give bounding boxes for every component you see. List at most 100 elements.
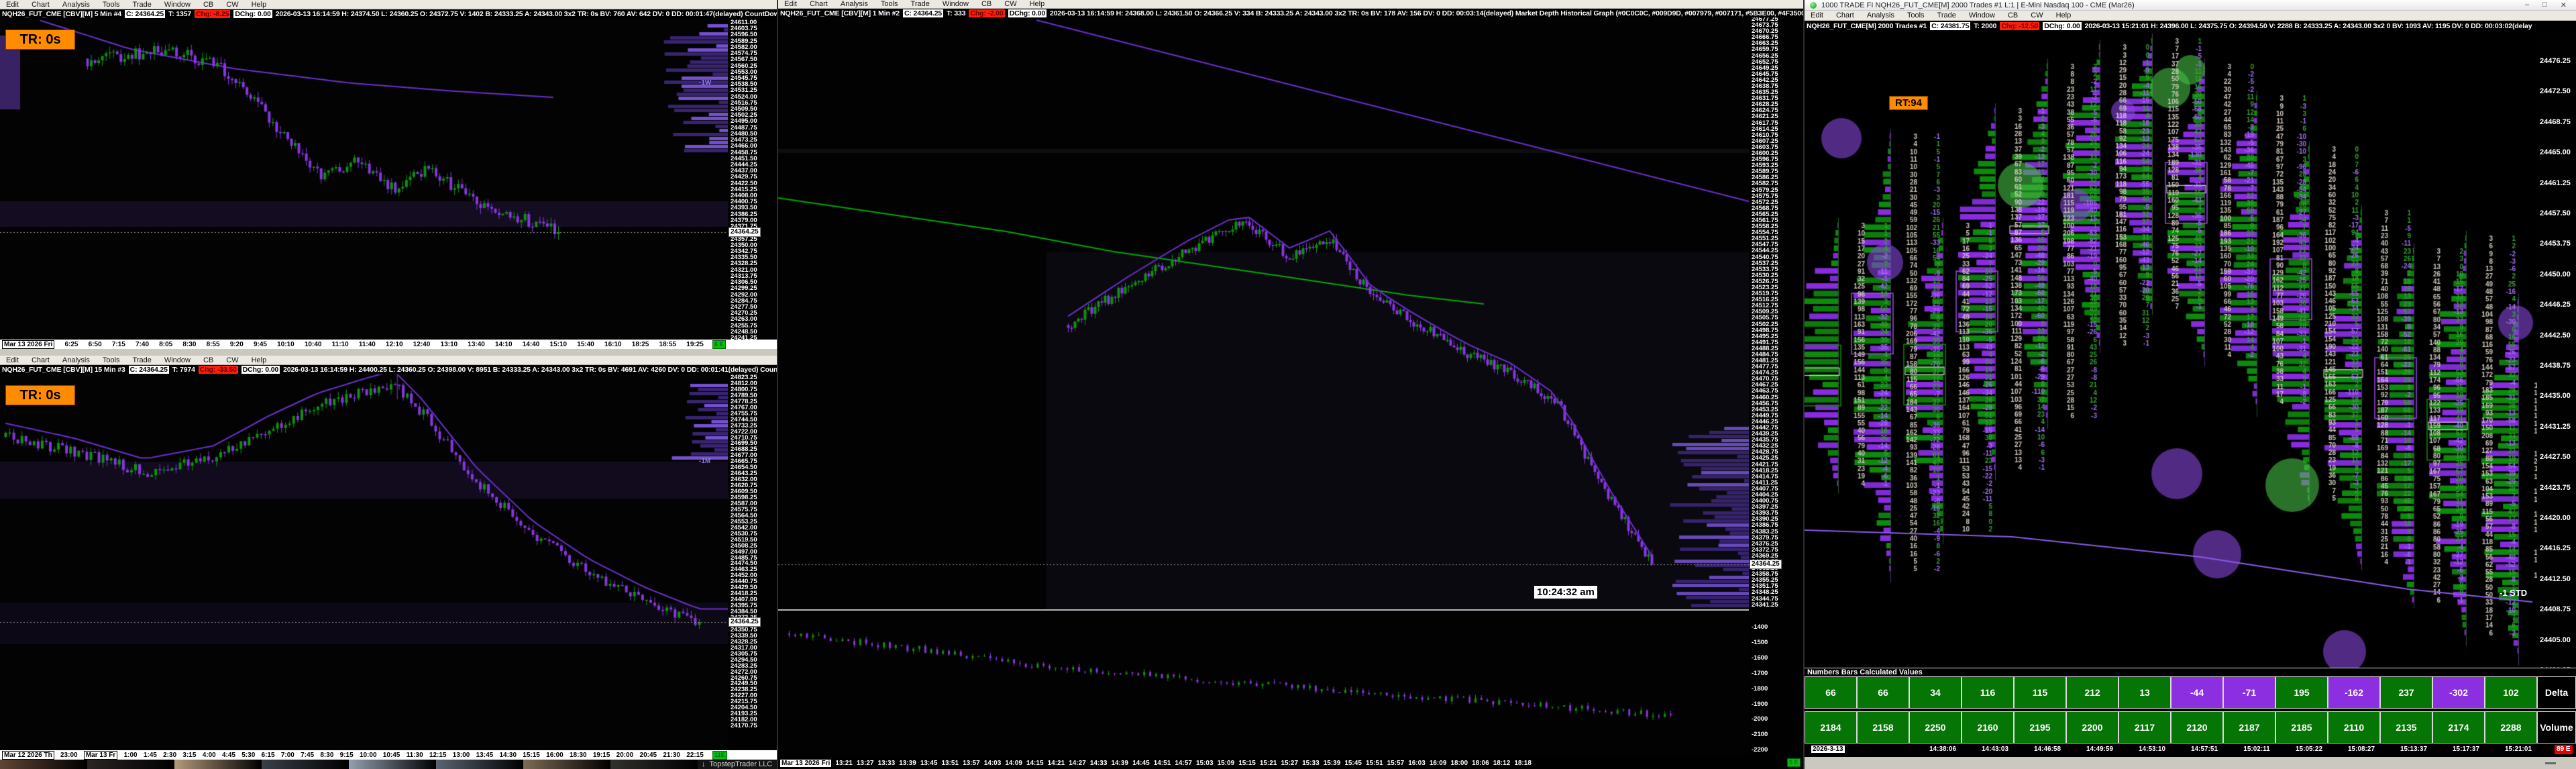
depth-scale-label: -2000 <box>1752 716 1768 722</box>
time-label: 10:00 <box>360 752 377 759</box>
download-bar[interactable]: ↓ TopstepTrader LLC <box>698 760 778 769</box>
time-label: 14:49:59 <box>2086 746 2113 753</box>
menu-item-edit[interactable]: Edit <box>6 1 19 9</box>
menu-item-help[interactable]: Help <box>252 356 267 364</box>
table-cell: 2200 <box>2066 711 2118 744</box>
table-cell: 66 <box>1805 676 1857 709</box>
menu-item-trade[interactable]: Trade <box>133 1 152 9</box>
menu-item-analysis[interactable]: Analysis <box>62 1 90 9</box>
time-label: 7:15 <box>112 341 125 348</box>
time-label: 16:03 <box>1408 760 1426 767</box>
table-cell: 2160 <box>1962 711 2014 744</box>
time-label: 11:10 <box>332 341 349 348</box>
menu-item-trade[interactable]: Trade <box>1937 11 1956 19</box>
menu-item-tools[interactable]: Tools <box>1907 11 1925 19</box>
menu-item-window[interactable]: Window <box>164 1 191 9</box>
trades-value: T: 1357 <box>168 10 191 18</box>
time-label: 15:21 <box>1260 760 1277 767</box>
price-label: 24408.75 <box>2540 606 2571 613</box>
top-left-chart-header: NQH26_FUT_CME [CBV][M] 5 Min #4 C: 24364… <box>0 9 777 19</box>
middle-subgraph-canvas[interactable] <box>778 611 1749 755</box>
menu-item-tools[interactable]: Tools <box>103 356 120 364</box>
level-1m-label: -1M <box>699 458 710 465</box>
time-label: 11:30 <box>407 752 423 759</box>
time-label: 15:05:22 <box>2296 746 2322 753</box>
menu-item-window[interactable]: Window <box>164 356 191 364</box>
right-window-titlebar[interactable]: 1000 TRADE FI NQH26_FUT_CME[M] 2000 Trad… <box>1805 0 2576 11</box>
time-label: 18:30 <box>570 752 587 759</box>
time-label: 14:33 <box>1090 760 1108 767</box>
table-cell: 237 <box>2380 676 2432 709</box>
menu-item-analysis[interactable]: Analysis <box>1867 11 1894 19</box>
menu-item-cb[interactable]: CB <box>203 1 213 9</box>
countdown-badge: 89 E <box>2555 745 2573 754</box>
menu-item-cb[interactable]: CB <box>2008 11 2018 19</box>
menu-item-edit[interactable]: Edit <box>6 356 19 364</box>
menu-item-chart[interactable]: Chart <box>32 356 50 364</box>
time-label: 18:55 <box>659 341 677 348</box>
top-left-chart-canvas[interactable] <box>0 19 728 340</box>
table-cell: 2288 <box>2485 711 2537 744</box>
menu-item-window[interactable]: Window <box>1969 11 1995 19</box>
menu-item-help[interactable]: Help <box>252 1 267 9</box>
menu-item-trade[interactable]: Trade <box>133 356 152 364</box>
menu-item-chart[interactable]: Chart <box>810 0 828 8</box>
minimize-button[interactable]: – <box>2525 1 2529 9</box>
bottom-left-chart-canvas[interactable] <box>0 374 728 750</box>
menu-item-analysis[interactable]: Analysis <box>62 356 90 364</box>
menu-item-window[interactable]: Window <box>943 0 969 8</box>
time-label: 10:45 <box>383 752 400 759</box>
time-label: 9:20 <box>230 341 244 348</box>
menu-item-cw[interactable]: CW <box>2031 11 2043 19</box>
menu-item-analysis[interactable]: Analysis <box>841 0 868 8</box>
price-label: 24435.00 <box>2540 393 2571 400</box>
menu-item-tools[interactable]: Tools <box>103 1 120 9</box>
menu-item-chart[interactable]: Chart <box>1836 11 1854 19</box>
dchg-value: DChg: 0.00 <box>2043 22 2081 30</box>
menu-item-edit[interactable]: Edit <box>784 0 797 8</box>
menu-item-cw[interactable]: CW <box>226 356 238 364</box>
time-label: 4:45 <box>222 752 235 759</box>
scrollbar-strip[interactable] <box>0 349 777 356</box>
symbol-label: NQH26_FUT_CME [CBV][M] 15 Min #3 <box>2 366 125 374</box>
numbers-bars-canvas[interactable] <box>1805 31 2537 668</box>
menu-item-chart[interactable]: Chart <box>32 1 50 9</box>
table-cell: 116 <box>1962 676 2014 709</box>
time-label: 8:30 <box>182 341 196 348</box>
price-label: 24438.75 <box>2540 362 2571 370</box>
symbol-label: NQH26_FUT_CME [CBV][M] 1 Min #2 <box>780 9 900 17</box>
photo-fragment <box>174 760 262 769</box>
menu-item-cb[interactable]: CB <box>203 356 213 364</box>
delta-row: 66663411611521213-44-71195-162237-302102… <box>1805 676 2576 709</box>
bottom-left-price-scale[interactable]: 24823.2524812.0024800.7524789.5024778.25… <box>728 374 777 750</box>
time-label: 4:00 <box>203 752 216 759</box>
window-title: 1000 TRADE FI NQH26_FUT_CME[M] 2000 Trad… <box>1821 1 2135 9</box>
right-price-scale[interactable]: 24476.2524472.5024468.7524465.0024461.25… <box>2537 31 2576 668</box>
top-left-price-scale[interactable]: 24611.0024603.7524596.5024589.2524582.00… <box>728 19 777 340</box>
rt-badge: RT:94 <box>1889 96 1928 110</box>
close-button[interactable]: ✕ <box>2561 1 2567 9</box>
menu-item-cb[interactable]: CB <box>981 0 991 8</box>
depth-scale-label: -2100 <box>1752 731 1768 737</box>
menu-item-cw[interactable]: CW <box>226 1 238 9</box>
time-label: 3:15 <box>182 752 196 759</box>
menu-item-help[interactable]: Help <box>2056 11 2072 19</box>
menu-item-edit[interactable]: Edit <box>1811 11 1823 19</box>
middle-price-scale[interactable]: 24677.2524673.7524670.2524666.7524663.25… <box>1749 17 1803 755</box>
menu-item-cw[interactable]: CW <box>1004 0 1016 8</box>
maximize-button[interactable]: □ <box>2542 1 2547 9</box>
app-icon <box>1810 2 1817 9</box>
time-label: 12:15 <box>429 752 447 759</box>
resize-handle[interactable] <box>2545 762 2556 764</box>
time-label: 16:00 <box>546 752 564 759</box>
middle-chart-canvas[interactable] <box>778 17 1749 609</box>
menu-item-trade[interactable]: Trade <box>911 0 930 8</box>
depth-scale-label: -1600 <box>1752 655 1768 661</box>
time-label: 15:08:27 <box>2348 746 2375 753</box>
time-label: 18:12 <box>1493 760 1511 767</box>
menu-item-help[interactable]: Help <box>1030 0 1045 8</box>
top-left-menubar: Edit Chart Analysis Tools Trade Window CB CW Hel… <box>0 0 777 9</box>
time-label: 18:00 <box>1450 760 1468 767</box>
menu-item-tools[interactable]: Tools <box>881 0 898 8</box>
close-value: C: 24364.25 <box>125 10 165 18</box>
